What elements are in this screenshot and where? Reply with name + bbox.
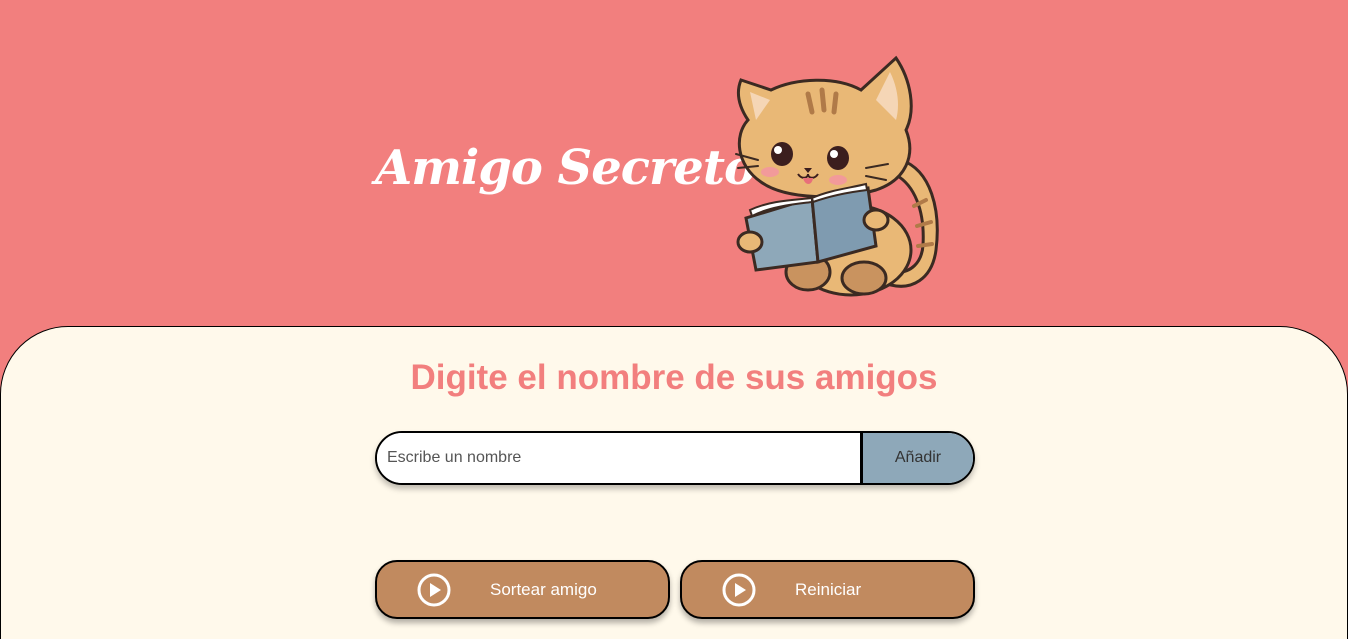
page: Amigo Secreto Digite el nombre de sus am… xyxy=(0,0,1348,639)
page-title: Amigo Secreto xyxy=(375,140,756,196)
reset-button[interactable]: Reiniciar xyxy=(680,560,975,619)
name-input[interactable] xyxy=(377,433,860,483)
draw-friend-button[interactable]: Sortear amigo xyxy=(375,560,670,619)
header: Amigo Secreto xyxy=(0,0,1348,327)
section-heading: Digite el nombre de sus amigos xyxy=(410,358,938,397)
cat-reading-book-icon xyxy=(735,55,939,297)
play-circle-icon xyxy=(722,573,756,607)
name-input-group: Añadir xyxy=(375,431,975,485)
add-button[interactable]: Añadir xyxy=(860,433,973,483)
draw-friend-label: Sortear amigo xyxy=(490,580,597,599)
play-circle-icon xyxy=(417,573,451,607)
reset-label: Reiniciar xyxy=(795,580,862,599)
